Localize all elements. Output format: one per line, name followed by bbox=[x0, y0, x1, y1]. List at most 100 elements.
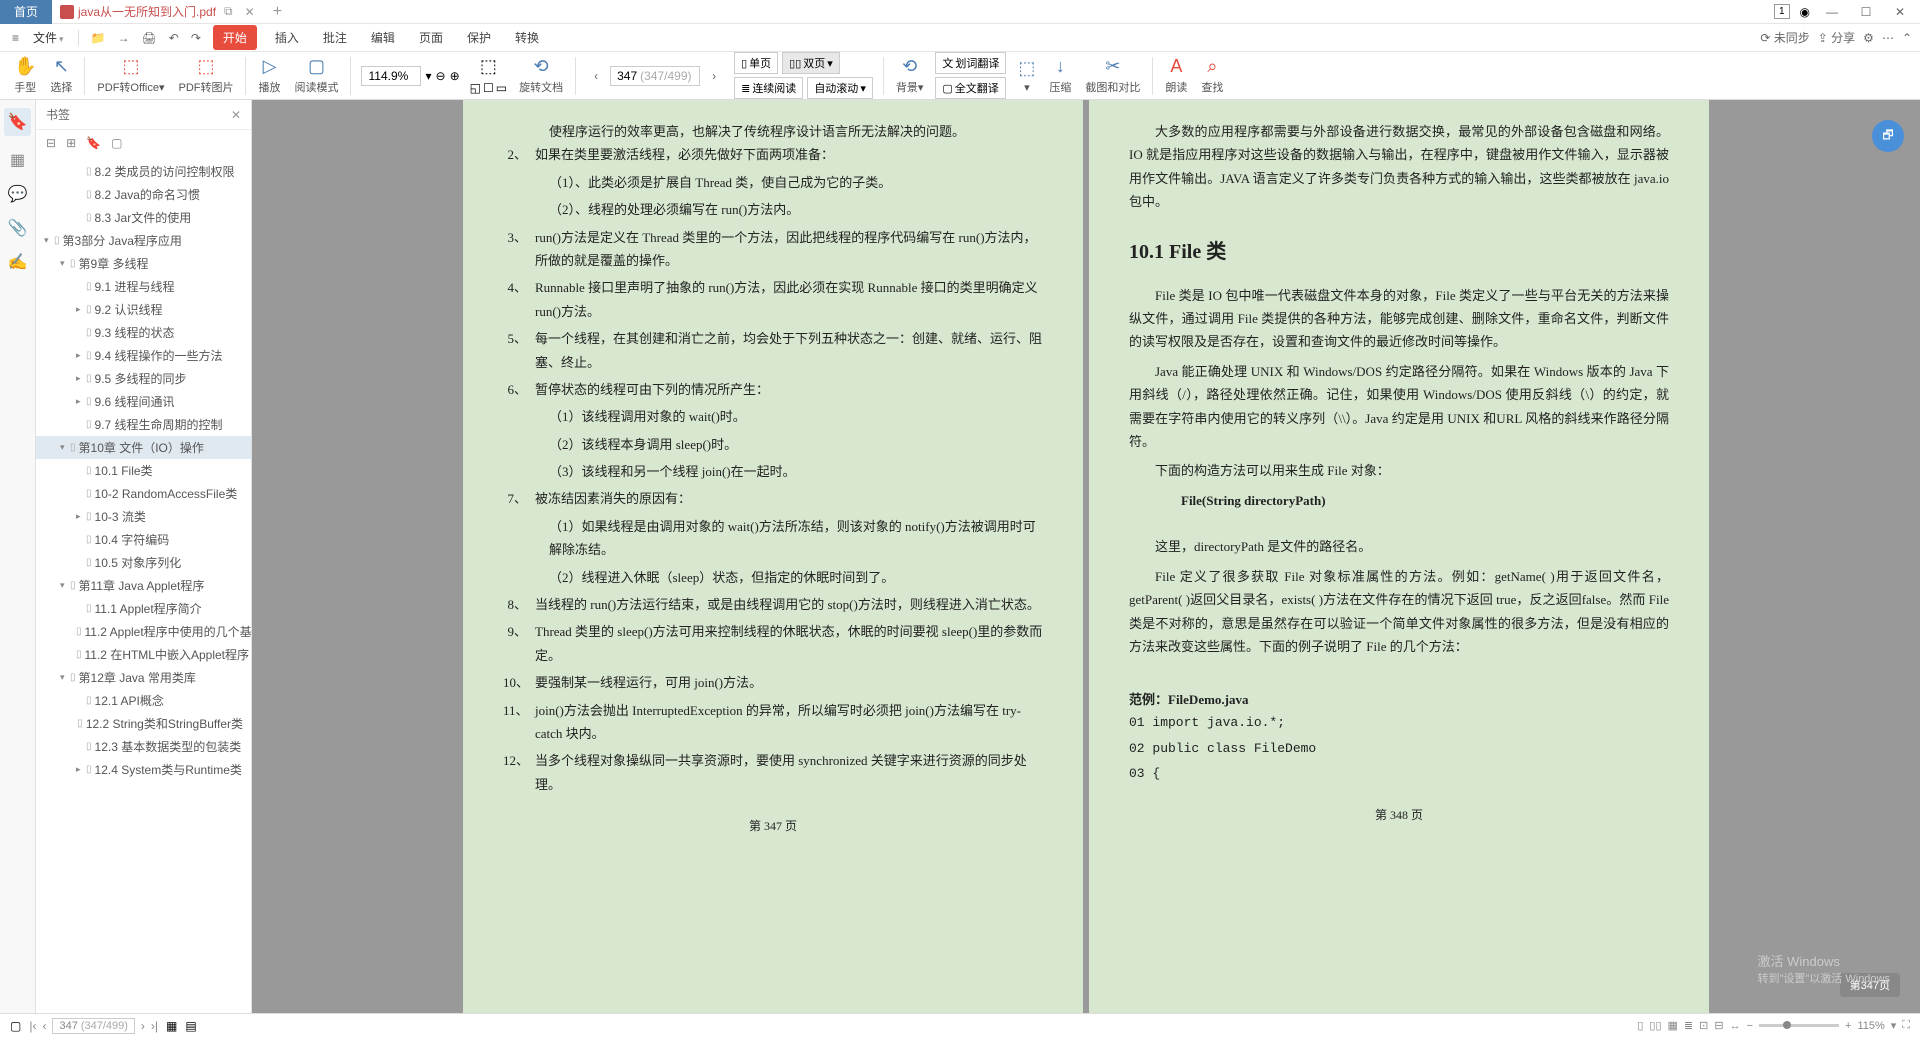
single-page-button[interactable]: ▯ 单页 bbox=[734, 52, 778, 74]
close-tab-icon[interactable]: ✕ bbox=[245, 5, 255, 19]
bookmark-item[interactable]: ▯11.2 Applet程序中使用的几个基本方法 bbox=[36, 620, 251, 643]
bookmark-item[interactable]: ▯11.1 Applet程序简介 bbox=[36, 597, 251, 620]
last-page-icon[interactable]: ›| bbox=[151, 1019, 158, 1033]
crop-compare-tool[interactable]: ✂截图和对比 bbox=[1079, 56, 1146, 95]
protect-menu[interactable]: 保护 bbox=[457, 27, 501, 48]
bm-tool-4[interactable]: ▢ bbox=[111, 136, 122, 150]
bookmark-item[interactable]: ▯11.2 在HTML中嵌入Applet程序 bbox=[36, 643, 251, 666]
bookmark-item[interactable]: ▾▯第9章 多线程 bbox=[36, 252, 251, 275]
minimize-button[interactable]: — bbox=[1820, 0, 1844, 24]
prev-page-icon[interactable]: ‹ bbox=[42, 1019, 46, 1033]
zoom-in-icon[interactable]: ⊕ bbox=[450, 69, 460, 83]
zoom-in-bottom[interactable]: + bbox=[1845, 1020, 1851, 1032]
double-page-button[interactable]: ▯▯ 双页 ▾ bbox=[782, 52, 840, 74]
bookmark-item[interactable]: ▯9.3 线程的状态 bbox=[36, 321, 251, 344]
bookmark-item[interactable]: ▸▯12.4 System类与Runtime类 bbox=[36, 758, 251, 781]
select-tool[interactable]: ↖选择 bbox=[44, 56, 78, 95]
avatar-icon[interactable]: ◉ bbox=[1800, 5, 1810, 19]
ocr-tool[interactable]: ⬚▾ bbox=[1012, 58, 1041, 94]
read-aloud-tool[interactable]: A朗读 bbox=[1159, 56, 1193, 95]
word-trans-button[interactable]: 文 划词翻译 bbox=[935, 52, 1006, 74]
arrow-icon[interactable]: → bbox=[114, 29, 134, 47]
gear-icon[interactable]: ⚙ bbox=[1863, 31, 1874, 45]
bookmark-item[interactable]: ▸▯9.6 线程间通讯 bbox=[36, 390, 251, 413]
file-menu[interactable]: 文件▾ bbox=[27, 27, 70, 48]
auto-scroll-button[interactable]: 自动滚动 ▾ bbox=[807, 77, 873, 99]
hand-tool[interactable]: ✋手型 bbox=[8, 56, 42, 95]
full-trans-button[interactable]: ▢ 全文翻译 bbox=[935, 77, 1005, 99]
fit-icon-1[interactable]: ⊡ bbox=[1699, 1019, 1708, 1032]
bookmark-item[interactable]: ▾▯第3部分 Java程序应用 bbox=[36, 229, 251, 252]
bm-tool-2[interactable]: ⊞ bbox=[66, 136, 76, 150]
maximize-button[interactable]: ☐ bbox=[1854, 0, 1878, 24]
view-icon-1[interactable]: ▦ bbox=[166, 1019, 177, 1033]
comment-icon[interactable]: 💬 bbox=[8, 184, 28, 204]
document-view[interactable]: 使程序运行的效率更高，也解决了传统程序设计语言所无法解决的问题。 2、如果在类里… bbox=[252, 100, 1920, 1013]
bookmark-item[interactable]: ▸▯9.2 认识线程 bbox=[36, 298, 251, 321]
zoom-out-bottom[interactable]: − bbox=[1747, 1020, 1753, 1032]
zoom-input[interactable]: 114.9% bbox=[361, 66, 421, 86]
bookmark-close-icon[interactable]: ✕ bbox=[231, 108, 241, 122]
unsync-button[interactable]: ⟳ 未同步 bbox=[1760, 29, 1809, 46]
close-button[interactable]: ✕ bbox=[1888, 0, 1912, 24]
first-page-icon[interactable]: |‹ bbox=[29, 1019, 36, 1033]
bookmark-item[interactable]: ▯10.1 File类 bbox=[36, 459, 251, 482]
review-menu[interactable]: 批注 bbox=[313, 27, 357, 48]
float-button[interactable]: 🗗 bbox=[1872, 120, 1904, 152]
bookmark-item[interactable]: ▸▯9.5 多线程的同步 bbox=[36, 367, 251, 390]
more-icon[interactable]: ⋯ bbox=[1882, 31, 1894, 45]
page-input[interactable]: 347(347/499) bbox=[610, 66, 700, 86]
continuous-button[interactable]: ≣ 连续阅读 bbox=[734, 77, 803, 99]
compress-tool[interactable]: ↓压缩 bbox=[1043, 56, 1077, 95]
page-menu[interactable]: 页面 bbox=[409, 27, 453, 48]
bookmark-item[interactable]: ▯12.1 API概念 bbox=[36, 689, 251, 712]
bookmark-item[interactable]: ▯10.4 字符编码 bbox=[36, 528, 251, 551]
print-icon[interactable]: 🖨 bbox=[138, 29, 161, 47]
open-icon[interactable]: 📁 bbox=[87, 29, 110, 47]
bookmark-item[interactable]: ▯8.2 类成员的访问控制权限 bbox=[36, 160, 251, 183]
edit-menu[interactable]: 编辑 bbox=[361, 27, 405, 48]
bookmark-item[interactable]: ▾▯第10章 文件（IO）操作 bbox=[36, 436, 251, 459]
file-tab[interactable]: java从一无所知到入门.pdf ⧉ ✕ bbox=[52, 0, 263, 24]
bookmark-item[interactable]: ▾▯第11章 Java Applet程序 bbox=[36, 574, 251, 597]
thumbnail-icon[interactable]: ▦ bbox=[10, 150, 25, 170]
layout-icon-1[interactable]: ▯ bbox=[1637, 1019, 1643, 1032]
attachment-icon[interactable]: 📎 bbox=[8, 218, 28, 238]
restore-icon[interactable]: ⧉ bbox=[224, 4, 233, 19]
bookmark-item[interactable]: ▯9.1 进程与线程 bbox=[36, 275, 251, 298]
zoom-dropdown-icon[interactable]: ▾ bbox=[425, 69, 431, 83]
bookmark-item[interactable]: ▯12.2 String类和StringBuffer类 bbox=[36, 712, 251, 735]
bm-tool-3[interactable]: 🔖 bbox=[86, 136, 101, 150]
bookmark-item[interactable]: ▯8.2 Java的命名习惯 bbox=[36, 183, 251, 206]
start-menu[interactable]: 开始 bbox=[213, 25, 257, 50]
redo-icon[interactable]: ↷ bbox=[187, 29, 205, 47]
pdf-office-tool[interactable]: ⬚PDF转Office▾ bbox=[91, 56, 170, 95]
layout-icon-2[interactable]: ▯▯ bbox=[1649, 1019, 1661, 1032]
share-button[interactable]: ⇪ 分享 bbox=[1818, 29, 1855, 46]
bookmark-item[interactable]: ▯10.5 对象序列化 bbox=[36, 551, 251, 574]
zoom-dropdown-bottom[interactable]: ▾ bbox=[1891, 1019, 1897, 1032]
home-tab[interactable]: 首页 bbox=[0, 0, 52, 24]
bookmark-item[interactable]: ▯12.3 基本数据类型的包装类 bbox=[36, 735, 251, 758]
bookmark-icon[interactable]: 🔖 bbox=[4, 108, 32, 136]
zoom-slider[interactable] bbox=[1759, 1024, 1839, 1027]
layout-icon-4[interactable]: ≣ bbox=[1684, 1019, 1693, 1032]
hamburger-icon[interactable]: ≡ bbox=[8, 29, 23, 47]
bookmark-item[interactable]: ▯10-2 RandomAccessFile类 bbox=[36, 482, 251, 505]
fullscreen-icon[interactable]: ⛶ bbox=[1902, 1019, 1910, 1032]
next-page-button[interactable]: › bbox=[704, 67, 724, 85]
pdf-image-tool[interactable]: ⬚PDF转图片 bbox=[172, 56, 239, 95]
new-tab-button[interactable]: + bbox=[263, 3, 292, 21]
sign-icon[interactable]: ✍ bbox=[8, 252, 28, 272]
bookmark-item[interactable]: ▾▯第12章 Java 常用类库 bbox=[36, 666, 251, 689]
play-tool[interactable]: ▷播放 bbox=[252, 56, 286, 95]
next-page-icon[interactable]: › bbox=[141, 1019, 145, 1033]
bottom-panel-icon[interactable]: ▢ bbox=[10, 1019, 21, 1033]
convert-menu[interactable]: 转换 bbox=[505, 27, 549, 48]
zoom-out-icon[interactable]: ⊖ bbox=[436, 69, 446, 83]
view-icon-2[interactable]: ▤ bbox=[185, 1019, 196, 1033]
collapse-icon[interactable]: ⌃ bbox=[1902, 31, 1912, 45]
rotate-tool[interactable]: ⟲旋转文档 bbox=[513, 56, 569, 95]
bookmark-item[interactable]: ▯9.7 线程生命周期的控制 bbox=[36, 413, 251, 436]
find-tool[interactable]: ⌕查找 bbox=[1195, 56, 1229, 95]
